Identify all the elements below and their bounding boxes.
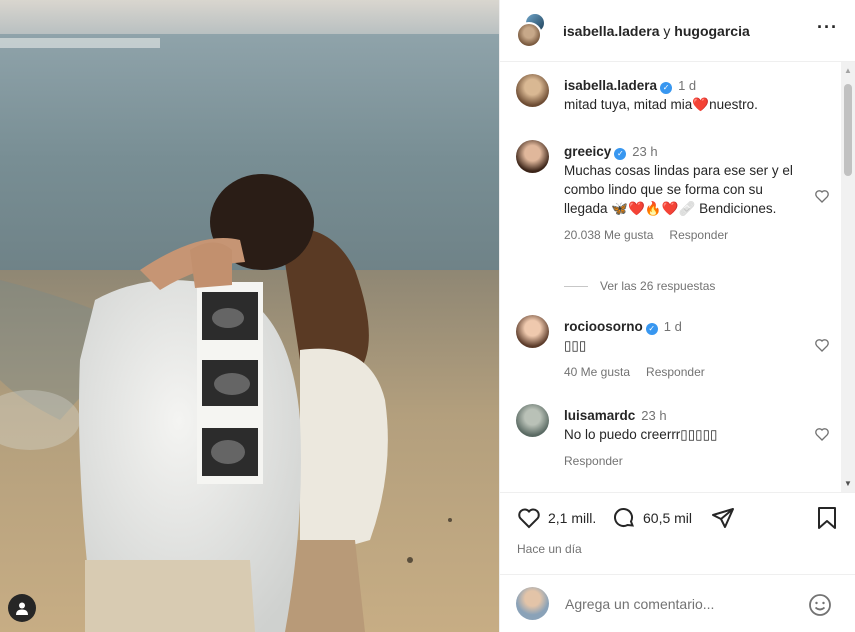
scroll-down-arrow-icon[interactable]: ▼ [844, 479, 852, 488]
instagram-post-dialog: isabella.ladera y hugogarcia ··· isabell… [0, 0, 855, 632]
comment-text: No lo puedo creerrr▯▯▯▯▯ [564, 427, 718, 442]
emoji-smile-icon[interactable] [808, 593, 832, 617]
header-conj: y [659, 22, 675, 39]
paper-plane-icon[interactable] [710, 506, 736, 530]
verified-icon: ✓ [614, 148, 627, 160]
comments-count[interactable]: 60,5 mil [643, 510, 692, 526]
caption-username[interactable]: isabella.ladera [564, 78, 657, 93]
save-action[interactable] [816, 506, 838, 530]
scrollbar-thumb[interactable] [844, 84, 852, 176]
heart-icon[interactable] [814, 337, 830, 353]
post-photo[interactable] [0, 0, 499, 632]
header-user-b[interactable]: hugogarcia [674, 23, 749, 39]
comment-text: ▯▯▯ [564, 338, 587, 353]
avatar-isabella[interactable] [516, 21, 542, 48]
comment-likes[interactable]: 40 Me gusta [564, 365, 630, 379]
comment-bubble-icon[interactable] [611, 506, 637, 530]
comment-likes[interactable]: 20.038 Me gusta [564, 228, 653, 242]
scroll-up-arrow-icon[interactable]: ▲ [844, 66, 852, 75]
comment-time[interactable]: 1 d [664, 319, 682, 334]
scrollbar[interactable]: ▲ ▼ [841, 62, 855, 492]
post-side-panel: isabella.ladera y hugogarcia ··· isabell… [499, 0, 855, 632]
photo-illustration [0, 0, 499, 632]
comment-username[interactable]: greeicy [564, 144, 611, 159]
comment-action[interactable]: 60,5 mil [611, 506, 692, 530]
avatar[interactable] [516, 315, 549, 348]
avatar[interactable] [516, 74, 549, 107]
avatar[interactable] [516, 140, 549, 173]
collab-title: isabella.ladera y hugogarcia [563, 23, 750, 39]
comment-input[interactable]: Agrega un comentario... [565, 596, 714, 612]
comment-time[interactable]: 23 h [641, 408, 666, 423]
user-tag-icon [16, 602, 28, 615]
verified-icon: ✓ [660, 82, 673, 94]
comment-username[interactable]: rocioosorno [564, 319, 643, 334]
bookmark-icon[interactable] [816, 506, 838, 530]
header-user-a[interactable]: isabella.ladera [563, 23, 660, 39]
user-tag-button[interactable] [8, 594, 36, 622]
comment-username[interactable]: luisamardc [564, 408, 635, 423]
add-comment-bar: Agrega un comentario... [500, 574, 855, 632]
posted-time[interactable]: Hace un día [517, 542, 582, 556]
view-replies-link[interactable]: Ver las 26 respuestas [564, 279, 715, 293]
caption-time[interactable]: 1 d [678, 78, 696, 93]
reply-button[interactable]: Responder [669, 228, 728, 242]
caption-text: mitad tuya, mitad mia❤️nuestro. [564, 97, 758, 112]
post-header: isabella.ladera y hugogarcia ··· [500, 0, 855, 62]
reply-button[interactable]: Responder [646, 365, 705, 379]
collab-avatars[interactable] [516, 11, 546, 48]
comments-list[interactable]: isabella.ladera ✓ 1 d mitad tuya, mitad mi… [500, 62, 841, 492]
likes-count[interactable]: 2,1 mill. [548, 510, 596, 526]
current-user-avatar [516, 587, 549, 620]
heart-icon[interactable] [814, 188, 830, 204]
like-action[interactable]: 2,1 mill. [516, 506, 596, 530]
comment-text: Muchas cosas lindas para ese ser y el co… [564, 163, 793, 216]
action-bar: 2,1 mill. 60,5 mil Hace un día [500, 492, 855, 574]
view-replies-text[interactable]: Ver las 26 respuestas [600, 279, 715, 293]
heart-icon[interactable] [814, 426, 830, 442]
heart-icon[interactable] [516, 506, 542, 530]
reply-button[interactable]: Responder [564, 454, 623, 468]
share-action[interactable] [710, 506, 736, 530]
verified-icon: ✓ [645, 323, 658, 335]
comment-time[interactable]: 23 h [632, 144, 657, 159]
replies-line [564, 285, 588, 287]
avatar[interactable] [516, 404, 549, 437]
more-options-icon[interactable]: ··· [817, 18, 838, 36]
